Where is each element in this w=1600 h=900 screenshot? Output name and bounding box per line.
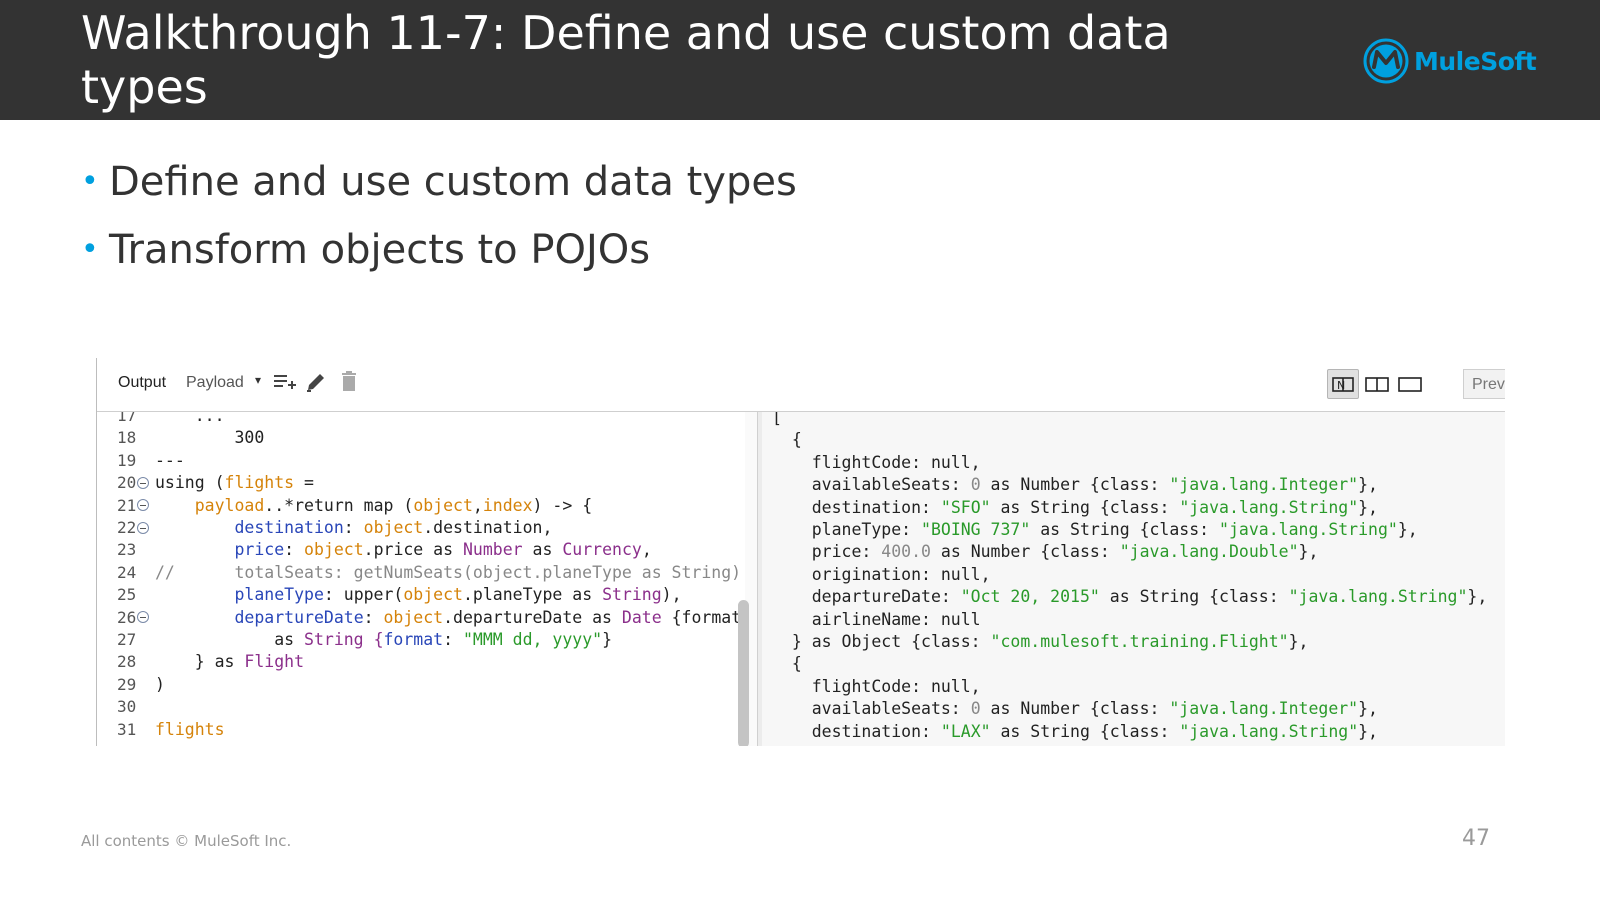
payload-dropdown[interactable]: Payload [186, 374, 244, 392]
output-line: { [772, 654, 802, 674]
code-line: as String {format: "MMM dd, yyyy"} [155, 630, 612, 649]
code-line: destination: object.destination, [234, 518, 553, 537]
line-number: 31 [117, 719, 137, 739]
output-line: departureDate: "Oct 20, 2015" as String … [772, 587, 1488, 607]
editor-scrollbar-thumb[interactable] [738, 600, 749, 746]
code-line: ) [155, 674, 165, 694]
footer-copyright: All contents © MuleSoft Inc. [81, 832, 292, 850]
dataweave-code-editor[interactable]: 17 18 19 20 21 22 23 24 25 26 27 28 29 30 31 ... 300 --… [97, 412, 774, 746]
line-number: 21 [117, 494, 157, 517]
split-view-icon[interactable] [1361, 369, 1393, 399]
output-line: availableSeats: 0 as Number {class: "jav… [772, 699, 1378, 719]
bullet-item: • Define and use custom data types [81, 154, 797, 222]
fold-toggle-icon[interactable] [137, 611, 150, 624]
output-line: price: 400.0 as Number {class: "java.lan… [772, 542, 1319, 562]
output-preview-pane: [ { flightCode: null, availableSeats: 0 … [762, 412, 1505, 746]
line-number: 30 [117, 697, 137, 717]
editor-toolbar: Output Payload ▾ N Prev [97, 358, 1505, 412]
mulesoft-logo-icon [1363, 38, 1409, 84]
mulesoft-logo: MuleSoft [1363, 38, 1537, 84]
line-number: 17 [117, 412, 137, 425]
output-line: flightCode: null, [772, 452, 981, 472]
code-line: // totalSeats: getNumSeats(object.planeT… [155, 562, 742, 582]
code-line: 300 [155, 428, 265, 448]
output-line: origination: null, [772, 564, 991, 584]
output-line: destination: "SFO" as String {class: "ja… [772, 497, 1378, 517]
svg-text:N: N [1337, 379, 1345, 392]
code-line: ... [155, 412, 225, 425]
output-label: Output [118, 374, 167, 391]
slide-title: Walkthrough 11-7: Define and use custom … [81, 6, 1171, 114]
code-line: price: object.price as Number as Currenc… [234, 540, 652, 560]
output-line: [ [772, 412, 782, 427]
fold-toggle-icon[interactable] [137, 521, 150, 534]
bullet-text: Define and use custom data types [109, 159, 797, 205]
split-source-view-icon[interactable]: N [1327, 369, 1359, 399]
slide-header: Walkthrough 11-7: Define and use custom … [0, 0, 1600, 120]
code-line: flights [155, 719, 225, 739]
page-number: 47 [1462, 826, 1490, 851]
line-number: 27 [117, 630, 137, 649]
bullet-dot-icon: • [81, 164, 99, 199]
line-number: 24 [117, 562, 137, 582]
transform-editor-screenshot: Output Payload ▾ N Prev 17 18 19 20 21 22 23 24… [96, 358, 1505, 746]
code-area[interactable]: ... 300 --- using (flights = payload..*ret… [155, 412, 745, 746]
add-lines-icon[interactable] [273, 370, 297, 398]
chevron-down-icon[interactable]: ▾ [255, 373, 261, 387]
trash-icon[interactable] [340, 370, 358, 398]
line-number: 25 [117, 585, 137, 605]
bullet-list: • Define and use custom data types • Trans… [81, 154, 797, 290]
code-line: departureDate: object.departureDate as D… [234, 607, 742, 627]
bullet-text: Transform objects to POJOs [109, 227, 651, 273]
line-number: 26 [117, 606, 157, 629]
code-line: payload..*return map (object,index) -> { [194, 495, 593, 515]
logo-text: MuleSoft [1414, 46, 1537, 76]
fold-toggle-icon[interactable] [137, 476, 150, 489]
line-number: 20 [117, 471, 157, 494]
output-line: availableSeats: 0 as Number {class: "jav… [772, 475, 1378, 495]
line-number: 19 [117, 450, 137, 470]
code-line: planeType: upper(object.planeType as Str… [234, 585, 682, 605]
bullet-item: • Transform objects to POJOs [81, 222, 797, 290]
output-line: destination: "LAX" as String {class: "ja… [772, 721, 1378, 741]
single-view-icon[interactable] [1394, 369, 1426, 399]
fold-toggle-icon[interactable] [137, 499, 150, 512]
output-line: } as Object {class: "com.mulesoft.traini… [772, 632, 1309, 651]
code-line: --- [155, 450, 185, 470]
preview-button[interactable]: Prev [1463, 369, 1505, 399]
pencil-icon[interactable] [305, 370, 327, 398]
bullet-dot-icon: • [81, 232, 99, 267]
line-number: 18 [117, 428, 137, 448]
output-line: airlineName: null [772, 609, 981, 629]
code-line: } as Flight [155, 652, 305, 672]
line-number: 23 [117, 540, 137, 560]
line-number: 29 [117, 674, 137, 694]
line-number: 28 [117, 652, 137, 672]
code-line: using (flights = [155, 473, 314, 493]
output-line: flightCode: null, [772, 676, 981, 696]
line-number: 22 [117, 516, 157, 539]
output-line: planeType: "BOING 737" as String {class:… [772, 520, 1418, 539]
output-line: { [772, 430, 802, 450]
